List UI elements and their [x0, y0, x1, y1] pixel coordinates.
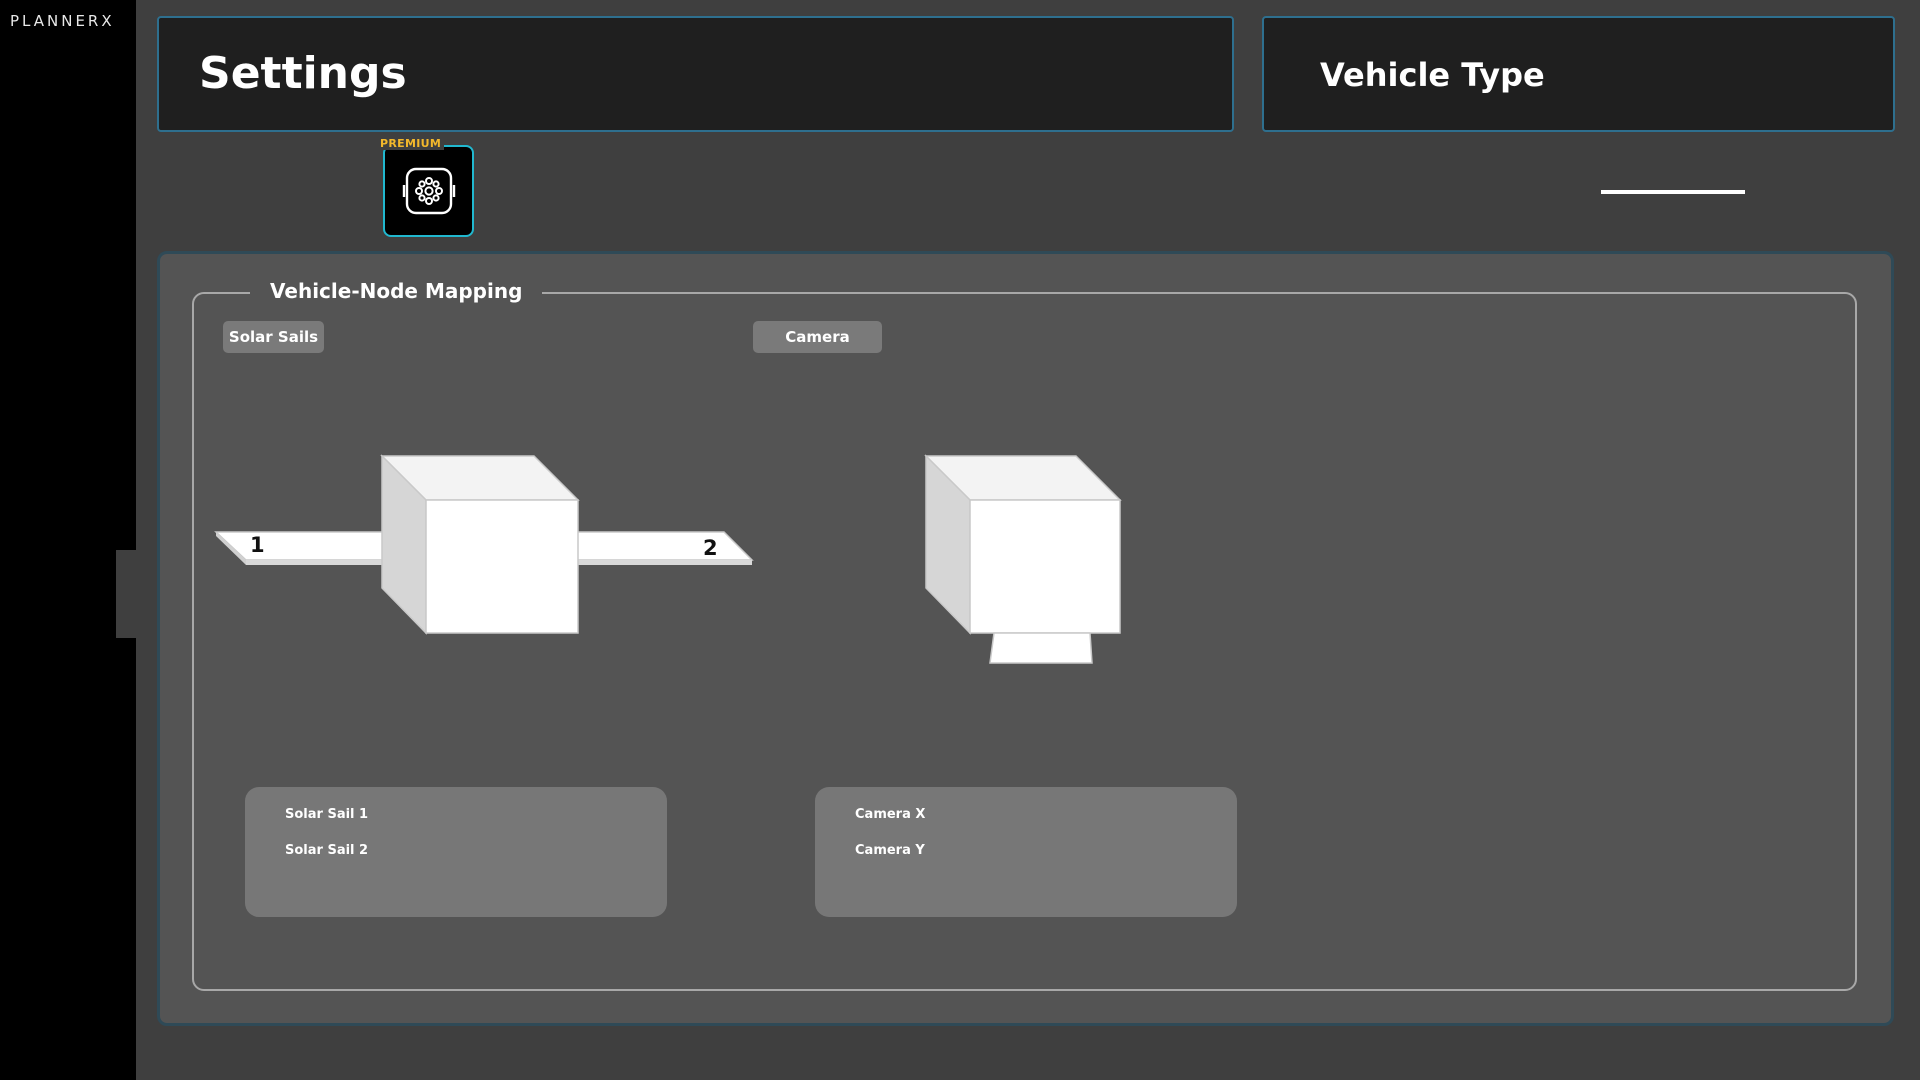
vehicle-type-title: Vehicle Type [1320, 56, 1545, 94]
solar-sails-node-list: Solar Sail 1 Solar Sail 2 [245, 787, 667, 917]
solar-sail-number-1: 1 [250, 533, 265, 557]
vehicle-body-cube [380, 454, 580, 635]
sidebar: PLANNERX [0, 0, 136, 1080]
sidebar-collapse-handle[interactable] [116, 550, 136, 638]
premium-settings-button[interactable] [383, 145, 474, 237]
settings-header: Settings [157, 16, 1234, 132]
camera-vehicle-cube [924, 454, 1122, 635]
list-item[interactable]: Camera X [855, 807, 925, 822]
app-logo: PLANNERX [10, 12, 115, 30]
group-chip-camera[interactable]: Camera [753, 321, 882, 353]
premium-badge: PREMIUM [377, 137, 445, 150]
list-item[interactable]: Camera Y [855, 843, 925, 858]
page-title: Settings [199, 48, 407, 99]
group-chip-solar-sails[interactable]: Solar Sails [223, 321, 324, 353]
solar-sail-number-2: 2 [703, 536, 718, 560]
camera-lens-mount [989, 632, 1093, 664]
vehicle-type-header: Vehicle Type [1262, 16, 1895, 132]
list-item[interactable]: Solar Sail 1 [285, 807, 368, 822]
mapping-legend: Vehicle-Node Mapping [250, 279, 543, 303]
active-tab-indicator [1601, 190, 1745, 194]
gear-cluster-icon [402, 167, 456, 215]
camera-vehicle-illustration [924, 454, 1122, 664]
solar-sails-vehicle-illustration: 1 2 [214, 454, 754, 635]
camera-node-list: Camera X Camera Y [815, 787, 1237, 917]
list-item[interactable]: Solar Sail 2 [285, 843, 368, 858]
solar-sail-right [575, 531, 754, 561]
